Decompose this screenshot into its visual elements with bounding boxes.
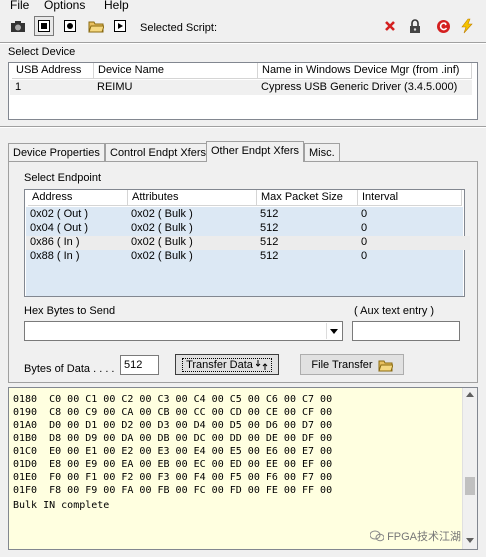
table-row[interactable]: 0x02 ( Out ) 0x02 ( Bulk ) 512 0 [26,208,470,222]
scroll-down-icon[interactable] [466,538,474,543]
table-row-selected[interactable]: 0x86 ( In ) 0x02 ( Bulk ) 512 0 [26,236,470,250]
endpoint-address: 0x86 ( In ) [30,236,80,248]
output-line: 01B0 D8 00 D9 00 DA 00 DB 00 DC 00 DD 00… [13,433,333,444]
tab-misc[interactable]: Misc. [304,143,340,162]
table-row[interactable]: 1 REIMU Cypress USB Generic Driver (3.4.… [10,80,472,95]
endpoint-interval: 0 [361,222,368,234]
tab-other-endpt-xfers[interactable]: Other Endpt Xfers [206,141,305,162]
stop-icon[interactable] [34,16,54,36]
close-icon[interactable] [380,16,400,36]
endpoint-interval: 0 [361,250,368,262]
table-row[interactable]: 0x04 ( Out ) 0x02 ( Bulk ) 512 0 [26,222,470,236]
output-scrollbar[interactable] [462,388,477,549]
lock-icon[interactable] [405,16,425,36]
column-address[interactable]: Address [28,190,128,206]
output-line: 01E0 F0 00 F1 00 F2 00 F3 00 F4 00 F5 00… [13,472,333,483]
reset-icon[interactable] [433,16,453,36]
open-folder-icon[interactable] [86,16,106,36]
watermark-text: FPGA技术江湖 [387,531,462,543]
endpoint-attributes: 0x02 ( Bulk ) [131,208,193,220]
endpoint-max-packet: 512 [260,250,279,262]
menu-help[interactable]: Help [104,0,129,12]
output-line: 0190 C8 00 C9 00 CA 00 CB 00 CC 00 CD 00… [13,407,333,418]
output-line: 01F0 F8 00 F9 00 FA 00 FB 00 FC 00 FD 00… [13,485,333,496]
output-log[interactable]: 0180 C0 00 C1 00 C2 00 C3 00 C4 00 C5 00… [8,387,478,550]
column-windows-name[interactable]: Name in Windows Device Mgr (from .inf) [258,63,472,79]
hex-bytes-combo[interactable] [24,321,343,341]
endpoint-address: 0x04 ( Out ) [30,222,89,234]
hex-bytes-label: Hex Bytes to Send [24,305,116,317]
folder-icon [377,360,393,371]
select-device-label: Select Device [8,46,76,58]
device-name: REIMU [97,81,133,93]
column-device-name[interactable]: Device Name [94,63,258,79]
endpoint-attributes: 0x02 ( Bulk ) [131,236,193,248]
table-row[interactable]: 0x88 ( In ) 0x02 ( Bulk ) 512 0 [26,250,470,264]
column-interval[interactable]: Interval [358,190,462,206]
endpoint-attributes: 0x02 ( Bulk ) [131,250,193,262]
endpoint-max-packet: 512 [260,208,279,220]
endpoint-address: 0x88 ( In ) [30,250,80,262]
endpoint-interval: 0 [361,236,368,248]
scroll-thumb[interactable] [465,477,475,495]
scroll-up-icon[interactable] [466,392,474,397]
tab-device-properties[interactable]: Device Properties [8,143,105,162]
camera-icon[interactable] [8,16,28,36]
other-endpt-xfers-panel: Select Endpoint Address Attributes Max P… [8,161,478,383]
toolbar: Selected Script: [0,13,486,43]
watermark: FPGA技术江湖 [369,528,462,544]
record-icon[interactable] [60,16,80,36]
column-max-packet-size[interactable]: Max Packet Size [257,190,358,206]
menu-bar: File Options Help [0,0,486,13]
toolbar-separator [0,42,486,44]
output-line: 0180 C0 00 C1 00 C2 00 C3 00 C4 00 C5 00… [13,394,333,405]
tab-control-endpt-xfers[interactable]: Control Endpt Xfers [105,143,211,162]
select-endpoint-label: Select Endpoint [24,172,102,184]
output-line: 01D0 E8 00 E9 00 EA 00 EB 00 EC 00 ED 00… [13,459,333,470]
endpoint-attributes: 0x02 ( Bulk ) [131,222,193,234]
bytes-of-data-input[interactable]: 512 [120,355,159,375]
device-windows-name: Cypress USB Generic Driver (3.4.5.000) [261,81,458,93]
aux-text-input[interactable] [352,321,460,341]
selected-script-label: Selected Script: [140,22,218,34]
aux-text-label: ( Aux text entry ) [354,305,435,317]
endpoint-list[interactable]: Address Attributes Max Packet Size Inter… [24,189,470,297]
transfer-data-button[interactable]: Transfer Data [175,354,279,375]
transfer-arrows-icon [255,359,268,370]
bytes-of-data-value: 512 [124,359,143,371]
menu-options[interactable]: Options [44,0,85,12]
file-transfer-button[interactable]: File Transfer [300,354,404,375]
endpoint-interval: 0 [361,208,368,220]
output-line: 01C0 E0 00 E1 00 E2 00 E3 00 E4 00 E5 00… [13,446,333,457]
transfer-data-label: Transfer Data [186,358,253,371]
menu-file[interactable]: File [10,0,29,12]
endpoint-max-packet: 512 [260,222,279,234]
lightning-icon[interactable] [457,16,477,36]
bytes-of-data-label: Bytes of Data . . . . [24,363,115,375]
device-separator [0,126,486,128]
output-line: 01A0 D0 00 D1 00 D2 00 D3 00 D4 00 D5 00… [13,420,333,431]
endpoint-address: 0x02 ( Out ) [30,208,89,220]
column-usb-address[interactable]: USB Address [12,63,94,79]
column-attributes[interactable]: Attributes [128,190,257,206]
chevron-down-icon[interactable] [326,323,341,339]
play-icon[interactable] [110,16,130,36]
output-status-line: Bulk IN complete [13,500,110,511]
endpoint-max-packet: 512 [260,236,279,248]
device-usb-address: 1 [15,81,22,93]
transfer-data-focus: Transfer Data [182,357,272,372]
file-transfer-label: File Transfer [311,358,373,371]
chat-bubble-icon [369,530,385,542]
device-list[interactable]: USB Address Device Name Name in Windows … [8,62,478,120]
